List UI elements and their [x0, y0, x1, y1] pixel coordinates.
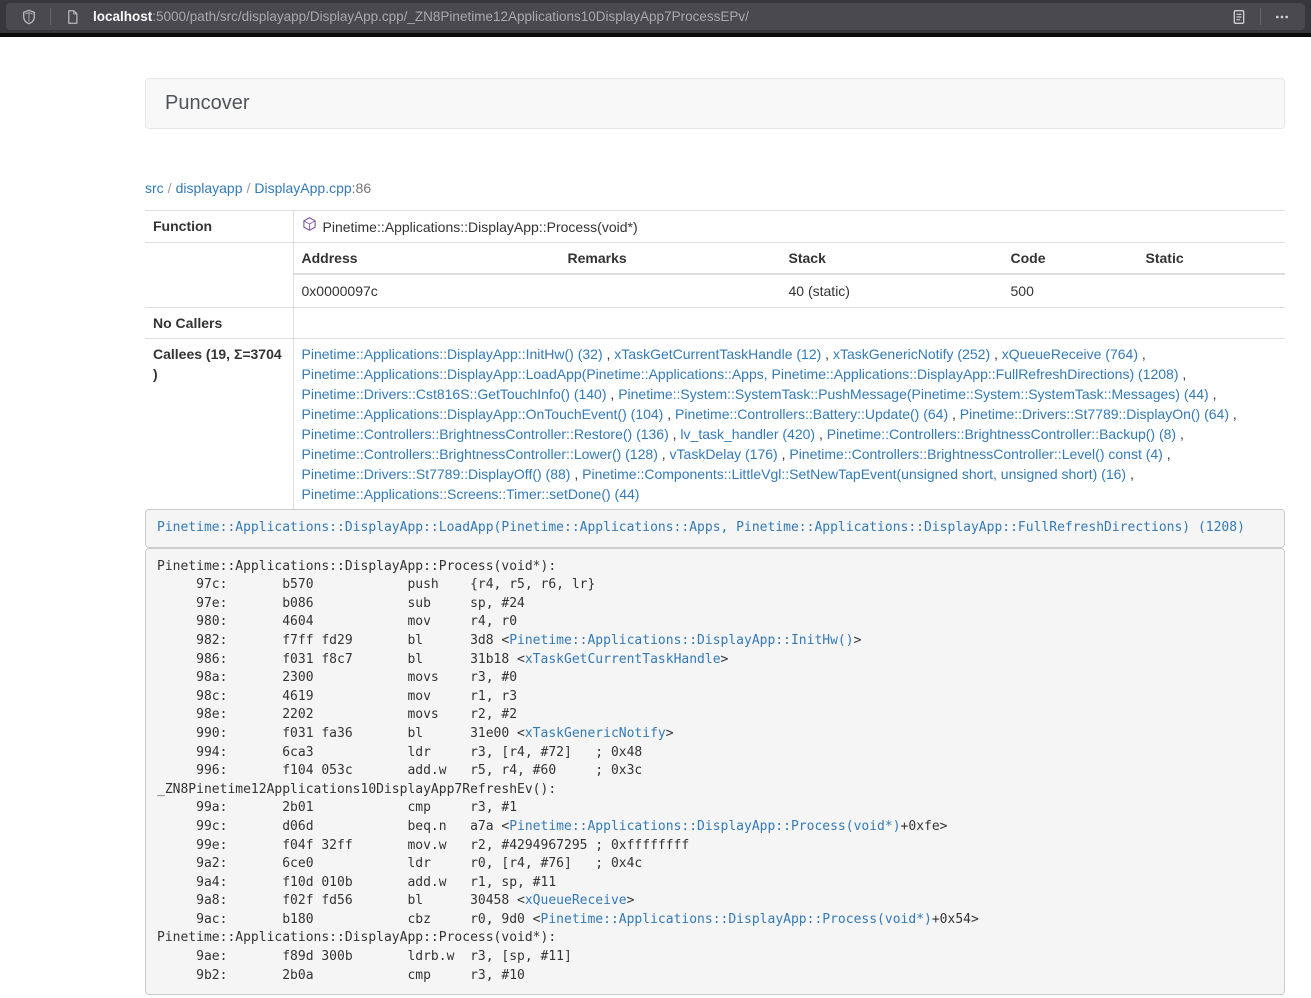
url-bar[interactable]: localhost:5000/path/src/displayapp/Displ… [6, 3, 1305, 30]
disassembly-symbol-link[interactable]: Pinetime::Applications::DisplayApp::Proc… [541, 912, 932, 927]
cube-icon [302, 216, 317, 237]
stats-header: Stack [781, 243, 1003, 274]
loadapp-symbol-link[interactable]: Pinetime::Applications::DisplayApp::Load… [157, 520, 1245, 535]
function-name: Pinetime::Applications::DisplayApp::Proc… [323, 217, 638, 237]
stats-header: Remarks [560, 243, 781, 274]
no-callers-label: No Callers [145, 308, 293, 339]
callee-separator: , [607, 386, 619, 402]
window-border [0, 33, 1311, 37]
page-container: Puncover src/displayapp/DisplayApp.cpp:8… [145, 78, 1285, 995]
callee-separator: , [1163, 446, 1171, 462]
callee-link[interactable]: xTaskGenericNotify (252) [833, 346, 990, 362]
stats-header: Address [294, 243, 560, 274]
callee-link[interactable]: lv_task_handler (420) [680, 426, 815, 442]
urlbar-divider [50, 8, 51, 25]
breadcrumb-link[interactable]: src [145, 180, 164, 196]
toolbar-divider [1260, 8, 1261, 25]
callee-link[interactable]: xTaskGetCurrentTaskHandle (12) [614, 346, 821, 362]
breadcrumb-line-number: :86 [352, 180, 371, 196]
disassembly-symbol-link[interactable]: Pinetime::Applications::DisplayApp::Proc… [509, 819, 900, 834]
disassembly-block: Pinetime::Applications::DisplayApp::Proc… [145, 548, 1285, 996]
callee-link[interactable]: Pinetime::Drivers::Cst816S::GetTouchInfo… [302, 386, 607, 402]
callee-separator: , [1178, 366, 1186, 382]
stats-header: Static [1138, 243, 1286, 274]
callee-link[interactable]: xQueueReceive (764) [1002, 346, 1138, 362]
stats-value: 500 [1003, 274, 1138, 307]
stats-value [1138, 274, 1286, 307]
stats-value: 40 (static) [781, 274, 1003, 307]
callee-link[interactable]: Pinetime::Applications::Screens::Timer::… [302, 486, 640, 502]
callee-separator: , [1176, 426, 1184, 442]
callee-separator: , [778, 446, 790, 462]
callee-separator: , [570, 466, 582, 482]
callee-separator: , [1209, 386, 1217, 402]
callee-separator: , [1126, 466, 1134, 482]
stats-value [560, 274, 781, 307]
callee-link[interactable]: Pinetime::Applications::DisplayApp::OnTo… [302, 406, 664, 422]
callee-separator: , [1229, 406, 1237, 422]
function-label: Function [145, 211, 293, 243]
app-title-panel: Puncover [145, 78, 1285, 129]
callee-link[interactable]: Pinetime::Applications::DisplayApp::Load… [302, 366, 1179, 382]
page-icon[interactable] [59, 5, 85, 29]
callees-list: Pinetime::Applications::DisplayApp::Init… [293, 339, 1285, 510]
callee-link[interactable]: Pinetime::Controllers::BrightnessControl… [302, 446, 658, 462]
browser-toolbar: localhost:5000/path/src/displayapp/Displ… [0, 0, 1311, 33]
callee-link[interactable]: vTaskDelay (176) [670, 446, 778, 462]
url-host: localhost [93, 9, 152, 24]
stats-row: AddressRemarksStackCodeStatic 0x0000097c… [145, 243, 1285, 308]
stats-value: 0x0000097c [294, 274, 560, 307]
reader-view-icon[interactable] [1226, 5, 1252, 29]
disassembly-symbol-link[interactable]: xTaskGetCurrentTaskHandle [525, 652, 721, 667]
breadcrumb-link[interactable]: DisplayApp.cpp [254, 180, 351, 196]
callee-separator: , [603, 346, 615, 362]
callee-separator: , [815, 426, 827, 442]
breadcrumb-separator: / [164, 180, 176, 196]
stats-table: AddressRemarksStackCodeStatic 0x0000097c… [294, 243, 1286, 307]
breadcrumb-separator: / [243, 180, 255, 196]
highlighted-symbol-box: Pinetime::Applications::DisplayApp::Load… [145, 509, 1285, 548]
function-row: Function Pinetime::Applications::Display… [145, 211, 1285, 243]
more-actions-icon[interactable] [1269, 5, 1295, 29]
callee-separator: , [990, 346, 1002, 362]
breadcrumb-link[interactable]: displayapp [176, 180, 243, 196]
callee-separator: , [821, 346, 833, 362]
symbol-table: Function Pinetime::Applications::Display… [145, 210, 1285, 509]
callee-link[interactable]: Pinetime::Components::LittleVgl::SetNewT… [582, 466, 1126, 482]
stats-header: Code [1003, 243, 1138, 274]
url-path: :5000/path/src/displayapp/DisplayApp.cpp… [152, 9, 749, 24]
callee-separator: , [669, 426, 681, 442]
callees-label: Callees (19, Σ=3704 ) [145, 339, 293, 510]
callee-link[interactable]: Pinetime::Drivers::St7789::DisplayOn() (… [960, 406, 1229, 422]
disassembly-symbol-link[interactable]: Pinetime::Applications::DisplayApp::Init… [509, 633, 853, 648]
callee-link[interactable]: Pinetime::Controllers::Battery::Update()… [675, 406, 948, 422]
callee-link[interactable]: Pinetime::Controllers::BrightnessControl… [789, 446, 1162, 462]
url-text[interactable]: localhost:5000/path/src/displayapp/Displ… [93, 9, 1226, 24]
callee-link[interactable]: Pinetime::System::SystemTask::PushMessag… [618, 386, 1209, 402]
no-callers-row: No Callers [145, 308, 1285, 339]
callee-link[interactable]: Pinetime::Controllers::BrightnessControl… [827, 426, 1176, 442]
callee-link[interactable]: Pinetime::Applications::DisplayApp::Init… [302, 346, 603, 362]
breadcrumb: src/displayapp/DisplayApp.cpp:86 [145, 178, 1285, 198]
callee-link[interactable]: Pinetime::Controllers::BrightnessControl… [302, 426, 669, 442]
shield-icon[interactable] [16, 5, 42, 29]
callee-link[interactable]: Pinetime::Drivers::St7789::DisplayOff() … [302, 466, 571, 482]
callee-separator: , [663, 406, 675, 422]
page-title: Puncover [165, 92, 250, 114]
callee-separator: , [1138, 346, 1146, 362]
callee-separator: , [948, 406, 960, 422]
disassembly-symbol-link[interactable]: xTaskGenericNotify [525, 726, 666, 741]
callee-separator: , [658, 446, 670, 462]
disassembly-symbol-link[interactable]: xQueueReceive [525, 893, 627, 908]
callees-row: Callees (19, Σ=3704 ) Pinetime::Applicat… [145, 339, 1285, 510]
